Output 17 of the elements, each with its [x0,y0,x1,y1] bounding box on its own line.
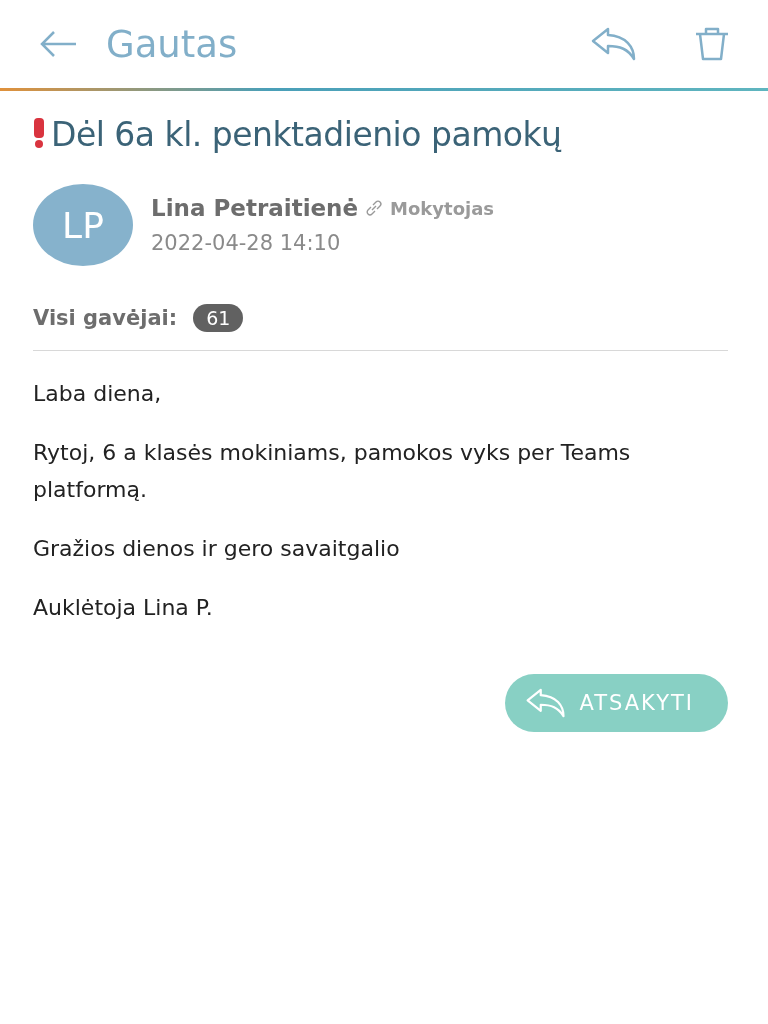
message-paragraph: Auklėtoja Lina P. [33,594,214,622]
message-paragraph: Rytoj, 6 a klasės mokiniams, pamokos vyks per Teams platformą. [33,439,632,504]
back-arrow-icon[interactable] [38,29,78,59]
reply-icon[interactable] [590,26,638,62]
sender-name: Lina Petraitienė [151,195,359,221]
sender-avatar: LP [33,184,133,266]
sender-role: Mokytojas [390,197,495,219]
reply-icon [525,687,568,719]
recipients-count[interactable]: 61 [193,304,244,332]
screen-title: Gautas [106,22,238,66]
message-paragraph: Gražios dienos ir gero savaitgalio [33,535,401,563]
recipients-label: Visi gavėjai: [33,306,178,330]
message-date: 2022-04-28 14:10 [151,231,342,255]
trash-icon[interactable] [694,26,730,62]
message-subject: Dėl 6a kl. penktadienio pamokų [51,115,562,154]
message-paragraph: Laba diena, [33,380,163,408]
link-icon [364,198,385,218]
